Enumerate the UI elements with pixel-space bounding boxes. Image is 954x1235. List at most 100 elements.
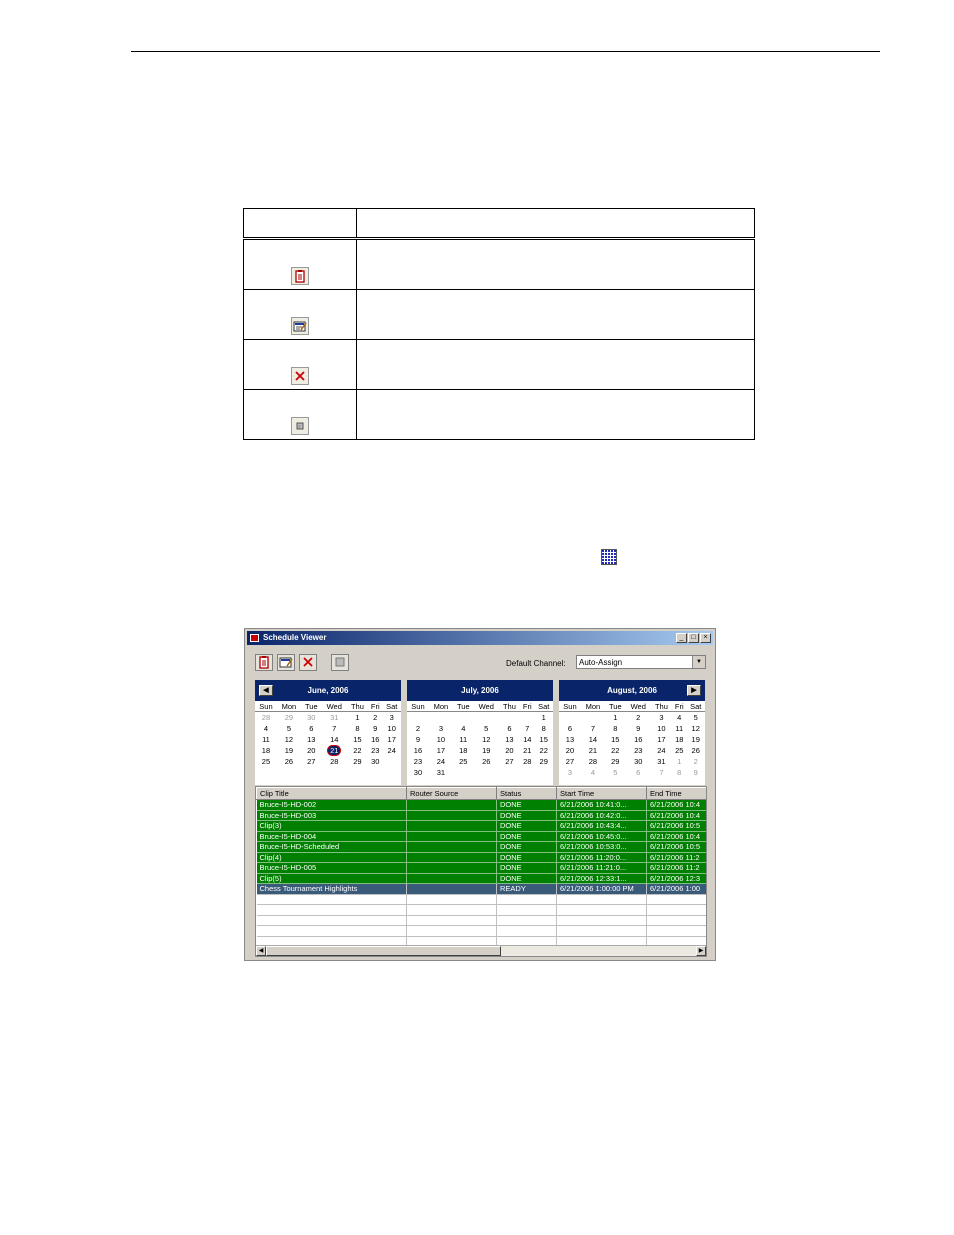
calendar-day[interactable]: 8	[605, 723, 626, 734]
minimize-icon[interactable]: _	[676, 633, 687, 643]
calendar-day[interactable]: 30	[301, 712, 322, 724]
table-row[interactable]	[256, 904, 706, 916]
calendar-day[interactable]: 22	[347, 745, 368, 756]
calendar-day[interactable]: 17	[429, 745, 453, 756]
table-row[interactable]	[256, 915, 706, 926]
calendar-day[interactable]: 5	[474, 723, 499, 734]
calendar-day[interactable]: 24	[382, 745, 401, 756]
calendar-day[interactable]: 2	[626, 712, 651, 724]
calendar-day[interactable]: 8	[534, 723, 553, 734]
calendar-day[interactable]: 19	[474, 745, 499, 756]
column-header[interactable]: End Time	[646, 787, 706, 800]
table-row[interactable]: Chess Tournament Highlights READY 6/21/200…	[256, 883, 706, 895]
calendar-day[interactable]: 18	[672, 734, 686, 745]
calendar-day[interactable]: 25	[453, 756, 474, 767]
calendar-day[interactable]: 12	[277, 734, 301, 745]
calendar-day[interactable]: 29	[605, 756, 626, 767]
scroll-left-icon[interactable]: ◀	[256, 946, 266, 956]
table-row[interactable]: Clip(4) DONE 6/21/2006 11:20:0... 6/21/2006…	[256, 852, 706, 863]
calendar-day[interactable]: 30	[626, 756, 651, 767]
table-row[interactable]: Bruce-I5-HD-005 DONE 6/21/2006 11:21:0... 6…	[256, 862, 706, 874]
calendar-day[interactable]: 23	[407, 756, 429, 767]
chevron-down-icon[interactable]: ▼	[692, 656, 705, 668]
calendar-day[interactable]: 3	[429, 723, 453, 734]
calendar-day[interactable]: 11	[255, 734, 277, 745]
default-channel-select[interactable]: Auto-Assign ▼	[576, 655, 706, 669]
calendar-day[interactable]: 2	[407, 723, 429, 734]
calendar-day[interactable]: 27	[559, 756, 581, 767]
table-row[interactable]: Bruce-I5-HD-Scheduled DONE 6/21/2006 10:53…	[256, 841, 706, 853]
calendar-day[interactable]: 6	[559, 723, 581, 734]
calendar-day[interactable]: 9	[368, 723, 382, 734]
calendar-day[interactable]: 15	[534, 734, 553, 745]
table-row[interactable]	[256, 894, 706, 905]
calendar-day[interactable]: 12	[686, 723, 705, 734]
calendar-day[interactable]: 27	[499, 756, 520, 767]
calendar-day[interactable]: 5	[686, 712, 705, 724]
calendar-day[interactable]: 29	[277, 712, 301, 724]
calendar-day[interactable]: 4	[581, 767, 605, 778]
calendar-day[interactable]: 14	[322, 734, 347, 745]
calendar-day[interactable]: 14	[520, 734, 534, 745]
calendar-day[interactable]: 16	[407, 745, 429, 756]
calendar-day[interactable]: 3	[651, 712, 672, 724]
column-header[interactable]: Start Time	[556, 787, 647, 800]
horizontal-scrollbar[interactable]: ◀ ▶	[256, 945, 706, 956]
calendar-day[interactable]: 18	[453, 745, 474, 756]
calendar-day[interactable]: 5	[605, 767, 626, 778]
calendar-day[interactable]: 11	[453, 734, 474, 745]
calendar-day[interactable]: 10	[429, 734, 453, 745]
calendar-day[interactable]: 25	[672, 745, 686, 756]
calendar-day[interactable]: 23	[626, 745, 651, 756]
delete-button[interactable]	[299, 654, 317, 671]
calendar-day[interactable]: 23	[368, 745, 382, 756]
calendar-day[interactable]: 22	[605, 745, 626, 756]
calendar-day[interactable]: 5	[277, 723, 301, 734]
calendar-day[interactable]: 13	[499, 734, 520, 745]
calendar-day[interactable]: 7	[581, 723, 605, 734]
calendar-day[interactable]: 16	[626, 734, 651, 745]
calendar-day[interactable]: 20	[559, 745, 581, 756]
calendar-day[interactable]: 10	[382, 723, 401, 734]
calendar-day[interactable]: 16	[368, 734, 382, 745]
column-header[interactable]: Status	[496, 787, 557, 800]
edit-schedule-button[interactable]	[277, 654, 295, 671]
calendar-day[interactable]: 11	[672, 723, 686, 734]
calendar-day[interactable]: 1	[347, 712, 368, 724]
column-header[interactable]: Clip Title	[256, 787, 407, 800]
calendar-day[interactable]: 19	[686, 734, 705, 745]
close-icon[interactable]: ×	[700, 633, 711, 643]
calendar-day[interactable]: 28	[581, 756, 605, 767]
calendar-day[interactable]: 24	[429, 756, 453, 767]
table-row[interactable]: Clip(5) DONE 6/21/2006 12:33:1... 6/21/2006…	[256, 873, 706, 884]
calendar-day[interactable]: 28	[520, 756, 534, 767]
calendar-day[interactable]: 29	[347, 756, 368, 767]
table-row[interactable]: Bruce-I5-HD-004 DONE 6/21/2006 10:45:0... 6…	[256, 831, 706, 842]
calendar-day[interactable]: 12	[474, 734, 499, 745]
calendar-day[interactable]: 6	[626, 767, 651, 778]
calendar-day[interactable]: 4	[672, 712, 686, 724]
calendar-day[interactable]: 31	[322, 712, 347, 724]
calendar-day[interactable]: 7	[322, 723, 347, 734]
stop-button[interactable]	[331, 654, 349, 671]
calendar-day[interactable]: 20	[301, 745, 322, 756]
calendar-day[interactable]: 29	[534, 756, 553, 767]
calendar-day[interactable]: 4	[255, 723, 277, 734]
calendar-day[interactable]: 26	[474, 756, 499, 767]
calendar-day[interactable]: 18	[255, 745, 277, 756]
calendar-day[interactable]: 13	[559, 734, 581, 745]
calendar-day[interactable]: 8	[347, 723, 368, 734]
calendar-day[interactable]: 9	[686, 767, 705, 778]
calendar-day[interactable]: 28	[322, 756, 347, 767]
column-header[interactable]: Router Source	[406, 787, 497, 800]
calendar-day[interactable]: 3	[382, 712, 401, 724]
calendar-day[interactable]: 20	[499, 745, 520, 756]
table-row[interactable]: Bruce-I5-HD-002 DONE 6/21/2006 10:41:0... 6…	[256, 799, 706, 811]
calendar-day[interactable]: 10	[651, 723, 672, 734]
table-row[interactable]: Bruce-I5-HD-003 DONE 6/21/2006 10:42:0... 6…	[256, 810, 706, 821]
calendar-day[interactable]: 14	[581, 734, 605, 745]
maximize-icon[interactable]: □	[688, 633, 699, 643]
scroll-thumb[interactable]	[266, 946, 501, 956]
calendar-day[interactable]: 30	[368, 756, 382, 767]
calendar-day[interactable]: 1	[672, 756, 686, 767]
